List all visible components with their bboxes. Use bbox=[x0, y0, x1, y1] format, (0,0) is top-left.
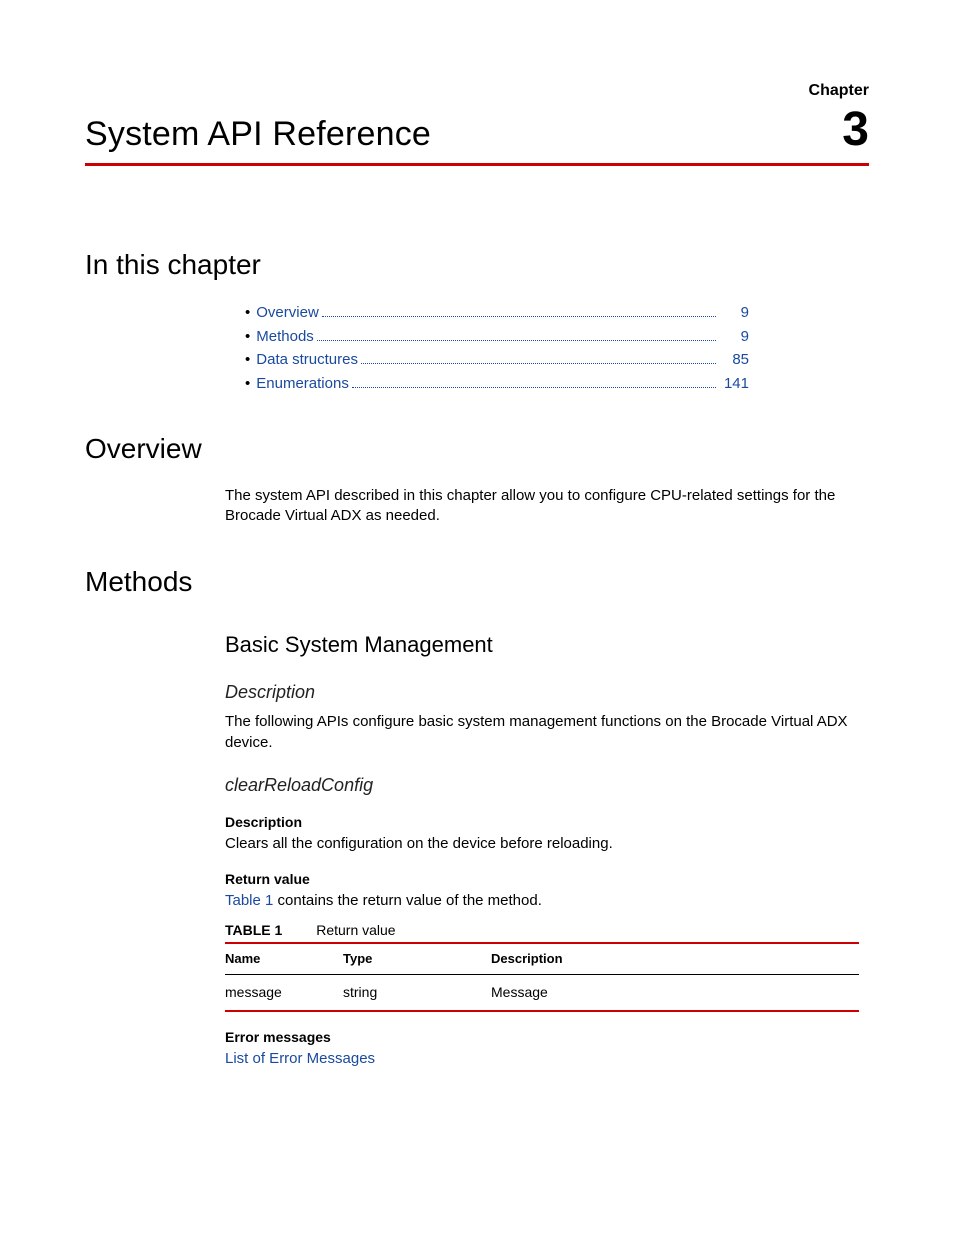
return-value-sentence: Table 1 contains the return value of the… bbox=[225, 891, 859, 911]
chapter-label: Chapter bbox=[85, 80, 869, 102]
section-methods: Methods bbox=[85, 563, 869, 601]
toc-link-data-structures[interactable]: Data structures bbox=[256, 350, 358, 370]
bullet-icon: • bbox=[245, 303, 250, 323]
table-number-label: TABLE 1 bbox=[225, 922, 282, 938]
table-cell-desc: Message bbox=[491, 974, 859, 1010]
toc-page[interactable]: 9 bbox=[719, 327, 749, 347]
methods-description-text: The following APIs configure basic syste… bbox=[225, 712, 859, 753]
api-description-text: Clears all the configuration on the devi… bbox=[225, 834, 859, 854]
return-value-table: Name Type Description message string Mes… bbox=[225, 942, 859, 1011]
page-title: System API Reference bbox=[85, 112, 431, 158]
table-header-row: Name Type Description bbox=[225, 943, 859, 974]
toc-page[interactable]: 141 bbox=[719, 374, 749, 394]
methods-subheading: Basic System Management bbox=[225, 630, 859, 660]
table-header-name: Name bbox=[225, 943, 343, 974]
toc-link-overview[interactable]: Overview bbox=[256, 303, 319, 323]
return-value-sentence-rest: contains the return value of the method. bbox=[273, 892, 542, 909]
table-header-type: Type bbox=[343, 943, 491, 974]
toc-leader bbox=[322, 302, 716, 317]
toc-page[interactable]: 85 bbox=[719, 350, 749, 370]
error-messages-link[interactable]: List of Error Messages bbox=[225, 1049, 859, 1069]
chapter-number: 3 bbox=[842, 106, 869, 154]
table-header-description: Description bbox=[491, 943, 859, 974]
toc-leader bbox=[361, 350, 716, 365]
toc-leader bbox=[317, 326, 716, 341]
section-in-this-chapter: In this chapter bbox=[85, 246, 869, 284]
table-cell-name: message bbox=[225, 974, 343, 1010]
api-description-label: Description bbox=[225, 813, 859, 832]
table-reference-link[interactable]: Table 1 bbox=[225, 892, 273, 909]
section-overview: Overview bbox=[85, 430, 869, 468]
toc-row: • Methods 9 bbox=[245, 326, 749, 347]
toc-row: • Data structures 85 bbox=[245, 350, 749, 371]
bullet-icon: • bbox=[245, 350, 250, 370]
table-cell-type: string bbox=[343, 974, 491, 1010]
description-heading: Description bbox=[225, 680, 859, 704]
api-name-heading: clearReloadConfig bbox=[225, 773, 859, 797]
title-row: System API Reference 3 bbox=[85, 106, 869, 167]
toc-link-methods[interactable]: Methods bbox=[256, 327, 314, 347]
toc-leader bbox=[352, 374, 716, 389]
bullet-icon: • bbox=[245, 374, 250, 394]
error-messages-label: Error messages bbox=[225, 1028, 859, 1047]
toc-page[interactable]: 9 bbox=[719, 303, 749, 323]
return-value-label: Return value bbox=[225, 870, 859, 889]
table-of-contents: • Overview 9 • Methods 9 • Data structur… bbox=[245, 302, 749, 394]
table-caption: Return value bbox=[316, 922, 395, 938]
table-caption-row: TABLE 1 Return value bbox=[225, 921, 859, 940]
table-row: message string Message bbox=[225, 974, 859, 1010]
toc-row: • Overview 9 bbox=[245, 302, 749, 323]
overview-text: The system API described in this chapter… bbox=[225, 486, 859, 527]
toc-link-enumerations[interactable]: Enumerations bbox=[256, 374, 349, 394]
bullet-icon: • bbox=[245, 327, 250, 347]
toc-row: • Enumerations 141 bbox=[245, 374, 749, 395]
